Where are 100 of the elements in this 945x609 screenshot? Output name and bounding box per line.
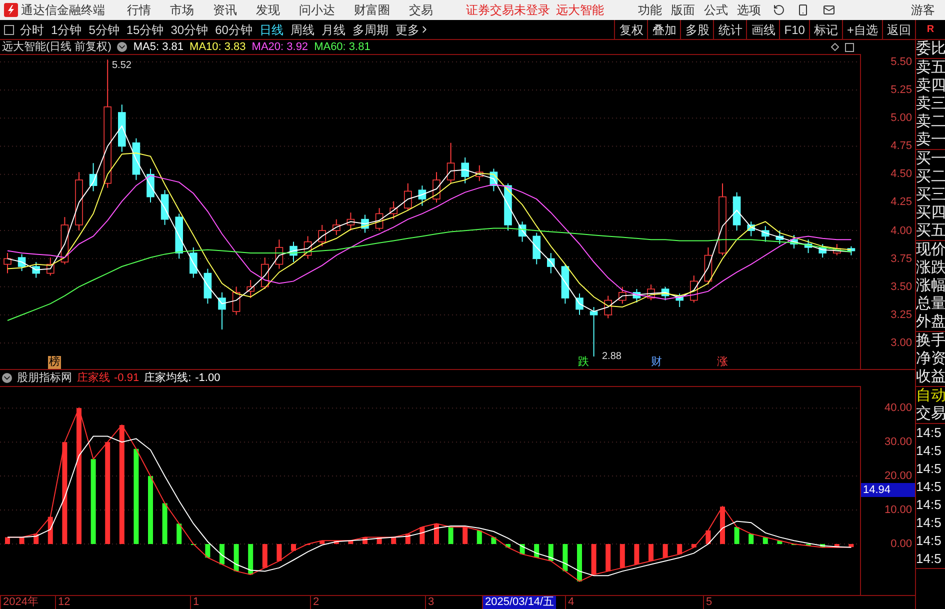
candlestick bbox=[432, 172, 440, 203]
period-tab[interactable]: 5分钟 bbox=[88, 20, 120, 38]
candlestick bbox=[561, 264, 570, 304]
user-label[interactable]: 游客 bbox=[911, 1, 935, 19]
corner-button[interactable]: R bbox=[915, 20, 945, 39]
mail-icon[interactable] bbox=[823, 4, 835, 16]
panel-toggle-icon[interactable] bbox=[4, 24, 14, 34]
more-button[interactable]: 更多 bbox=[395, 20, 430, 38]
toolbar-button[interactable]: 统计 bbox=[713, 20, 746, 39]
moving-average-label: MA10: 3.83 bbox=[190, 40, 246, 55]
toolbar-button[interactable]: 复权 bbox=[614, 20, 648, 39]
quote-field-label: 买三 bbox=[916, 186, 945, 204]
candlestick bbox=[290, 241, 298, 263]
moving-average-label: MA60: 3.81 bbox=[314, 40, 370, 55]
menu-item[interactable]: 问小达 bbox=[299, 1, 335, 19]
period-tab[interactable]: 1分钟 bbox=[51, 20, 82, 38]
event-marker[interactable]: 榜 bbox=[48, 356, 61, 369]
chevron-icon[interactable] bbox=[117, 42, 128, 52]
quote-field-label: 净资 bbox=[916, 350, 945, 368]
menu-item[interactable]: 行情 bbox=[127, 1, 151, 19]
quote-field-label: 委比 bbox=[916, 40, 945, 58]
date-axis-label: 4 bbox=[565, 596, 576, 609]
period-tab[interactable]: 日线 bbox=[259, 20, 284, 38]
low-price-label: 2.88 bbox=[602, 351, 622, 362]
event-marker[interactable]: 财 bbox=[650, 356, 663, 369]
candlestick bbox=[346, 212, 355, 232]
date-axis-label: 5 bbox=[703, 596, 714, 609]
period-tab[interactable]: 周线 bbox=[290, 20, 314, 38]
menu-item[interactable]: 版面 bbox=[671, 1, 695, 19]
candlestick bbox=[261, 257, 269, 290]
period-tab[interactable]: 分时 bbox=[20, 20, 44, 38]
quote-field-label: 14:5 bbox=[916, 424, 942, 442]
menu-item[interactable]: 财富圈 bbox=[354, 1, 390, 19]
toolbar-button[interactable]: +自选 bbox=[842, 20, 882, 39]
candlestick bbox=[661, 286, 670, 301]
toolbar-button[interactable]: 画线 bbox=[746, 20, 780, 39]
indicator-line-label: 庄家均线: bbox=[144, 370, 192, 386]
menu-item[interactable]: 交易 bbox=[409, 1, 433, 19]
menu-item[interactable]: 功能 bbox=[638, 1, 662, 19]
period-tab[interactable]: 多周期 bbox=[352, 20, 388, 38]
menu-item[interactable]: 市场 bbox=[170, 1, 194, 19]
event-marker[interactable]: 涨 bbox=[716, 356, 729, 369]
menu-item[interactable]: 资讯 bbox=[213, 1, 237, 19]
chevron-icon[interactable] bbox=[2, 373, 12, 383]
indicator-line-label: 庄家线 bbox=[77, 370, 110, 386]
candlestick bbox=[404, 182, 412, 211]
candlestick bbox=[246, 280, 254, 299]
period-tab[interactable]: 月线 bbox=[321, 20, 346, 38]
toolbar-button[interactable]: 叠加 bbox=[647, 20, 680, 39]
candlestick bbox=[833, 244, 841, 256]
candlestick bbox=[590, 306, 598, 357]
candlestick bbox=[75, 172, 83, 232]
menu-item[interactable]: 发现 bbox=[256, 1, 280, 19]
menu-item[interactable]: 选项 bbox=[737, 1, 761, 19]
menu-item[interactable]: 公式 bbox=[704, 1, 728, 19]
price-axis-label: 5.25 bbox=[890, 84, 912, 96]
candlestick bbox=[518, 221, 526, 242]
candlestick bbox=[318, 224, 326, 247]
quote-field-label: 14:5 bbox=[916, 478, 942, 496]
candlestick bbox=[547, 252, 555, 274]
candlestick bbox=[146, 168, 154, 203]
phone-icon[interactable] bbox=[797, 4, 809, 16]
period-tab[interactable]: 15分钟 bbox=[126, 20, 164, 38]
refresh-icon[interactable] bbox=[773, 4, 785, 16]
toolbar-button[interactable]: F10 bbox=[779, 20, 809, 39]
quote-field-label: 买一 bbox=[916, 150, 945, 168]
price-axis-label: 3.75 bbox=[890, 252, 912, 265]
candlestick bbox=[418, 185, 426, 206]
candlestick bbox=[576, 293, 584, 316]
candlestick bbox=[818, 244, 826, 258]
quote-field-label: 总量 bbox=[916, 295, 945, 313]
candlestick bbox=[762, 226, 770, 242]
price-axis-label: 3.50 bbox=[890, 280, 912, 293]
candlestick bbox=[160, 190, 169, 226]
quote-field-label: 涨幅 bbox=[916, 277, 945, 295]
event-marker[interactable]: 跌 bbox=[577, 356, 590, 369]
quote-field-label: 14:5 bbox=[916, 496, 942, 514]
candlestick bbox=[332, 218, 340, 236]
price-axis-label: 5.50 bbox=[890, 56, 912, 68]
toolbar-button[interactable]: 返回 bbox=[882, 20, 915, 39]
quote-field-label: 买二 bbox=[916, 168, 945, 186]
high-price-label: 5.52 bbox=[112, 60, 132, 71]
toolbar-button[interactable]: 标记 bbox=[808, 20, 842, 39]
period-tab[interactable]: 60分钟 bbox=[215, 20, 252, 38]
indicator-axis-label: 20.00 bbox=[884, 470, 912, 482]
candlestick bbox=[361, 214, 369, 234]
quote-field-label: 自动 bbox=[916, 387, 945, 405]
date-axis-label: 1 bbox=[190, 596, 202, 609]
toolbar-button[interactable]: 多股 bbox=[680, 20, 714, 39]
diamond-icon[interactable] bbox=[831, 43, 839, 51]
price-axis-label: 3.25 bbox=[890, 308, 912, 321]
candlestick bbox=[804, 239, 812, 254]
period-tab[interactable]: 30分钟 bbox=[170, 20, 208, 38]
candlestick bbox=[776, 230, 784, 245]
candlestick bbox=[4, 252, 12, 274]
chart-title: 远大智能(日线 前复权) bbox=[2, 40, 112, 55]
moving-average-label: MA5: 3.81 bbox=[133, 40, 184, 55]
candlestick bbox=[218, 292, 226, 330]
panel-toggle-icon[interactable] bbox=[845, 42, 854, 52]
indicator-axis-label: 30.00 bbox=[884, 436, 912, 448]
